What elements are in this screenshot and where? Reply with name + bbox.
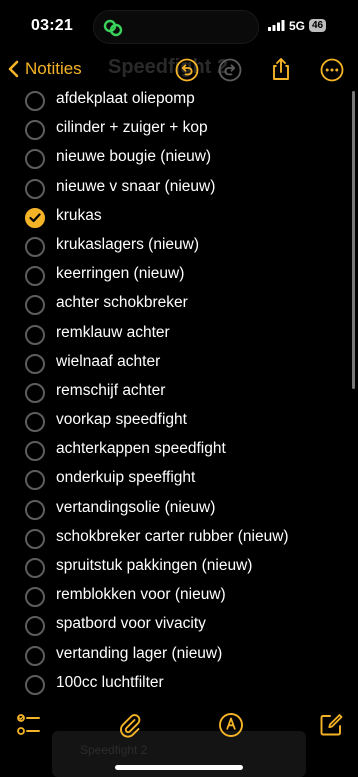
checkbox[interactable] (25, 470, 45, 491)
checklist-item-text[interactable]: remblokken voor (nieuw) (56, 586, 226, 604)
checklist-item: afdekplaat oliepomp (0, 86, 358, 115)
checkbox[interactable] (25, 674, 45, 695)
redo-icon[interactable] (218, 58, 242, 82)
home-indicator[interactable] (115, 765, 243, 770)
dynamic-island[interactable] (93, 10, 259, 44)
more-icon[interactable] (320, 58, 344, 82)
cellular-signal-icon (268, 20, 285, 31)
checklist-item: onderkuip speeffight (0, 465, 358, 494)
faded-note-preview-text: Speedfight 2 (80, 743, 148, 757)
checkbox[interactable] (25, 441, 45, 462)
checkbox[interactable] (25, 91, 45, 111)
checkbox[interactable] (25, 382, 45, 403)
checklist-item: vertanding lager (nieuw) (0, 641, 358, 670)
checklist-item-text[interactable]: krukaslagers (nieuw) (56, 236, 199, 254)
checkbox[interactable] (25, 499, 45, 520)
checklist-item: vertandingsolie (nieuw) (0, 495, 358, 524)
checkbox[interactable] (25, 266, 45, 287)
status-bar: 03:21 5G 46 (0, 0, 358, 54)
checklist-item: cilinder + zuiger + kop (0, 115, 358, 144)
checklist-item: nieuwe bougie (nieuw) (0, 144, 358, 173)
checklist-item: achterkappen speedfight (0, 436, 358, 465)
checklist-item: spruitstuk pakkingen (nieuw) (0, 553, 358, 582)
checklist-item-text[interactable]: vertanding lager (nieuw) (56, 645, 222, 663)
checklist-item: voorkap speedfight (0, 407, 358, 436)
checklist-item: remklauw achter (0, 320, 358, 349)
navigation-bar: Speedfight 2 Notities (0, 54, 358, 86)
status-time: 03:21 (31, 17, 73, 34)
checklist-item-text[interactable]: nieuwe v snaar (nieuw) (56, 178, 215, 196)
checklist-item-text[interactable]: keerringen (nieuw) (56, 265, 184, 283)
checklist-item: remblokken voor (nieuw) (0, 582, 358, 611)
checklist-icon[interactable] (16, 712, 42, 738)
back-label: Notities (25, 59, 82, 78)
network-type: 5G (289, 19, 306, 33)
checklist-item: krukas (0, 203, 358, 232)
checklist-item: wielnaaf achter (0, 349, 358, 378)
checkbox-checked[interactable] (25, 207, 45, 228)
checklist-item: nieuwe v snaar (nieuw) (0, 174, 358, 203)
checkbox[interactable] (25, 412, 45, 433)
checklist-item: 100cc luchtfilter (0, 670, 358, 699)
checklist-item-text[interactable]: remklauw achter (56, 324, 170, 342)
checkbox[interactable] (25, 149, 45, 170)
checkbox[interactable] (25, 587, 45, 608)
checklist-item-text[interactable]: wielnaaf achter (56, 353, 160, 371)
checklist-item-text[interactable]: schokbreker carter rubber (nieuw) (56, 528, 289, 546)
link-activity-icon (103, 19, 123, 37)
checklist-item-text[interactable]: cilinder + zuiger + kop (56, 119, 208, 137)
checkbox[interactable] (25, 353, 45, 374)
checklist-item: achter schokbreker (0, 290, 358, 319)
checklist-item-text[interactable]: vertandingsolie (nieuw) (56, 499, 215, 517)
checkbox[interactable] (25, 645, 45, 666)
checkbox[interactable] (25, 120, 45, 141)
checklist-item: spatbord voor vivacity (0, 611, 358, 640)
compose-icon[interactable] (318, 712, 344, 738)
checklist-item-text[interactable]: onderkuip speeffight (56, 469, 195, 487)
checklist-item-text[interactable]: krukas (56, 207, 102, 225)
checklist-item: schokbreker carter rubber (nieuw) (0, 524, 358, 553)
undo-icon[interactable] (175, 58, 199, 82)
checklist-item-text[interactable]: afdekplaat oliepomp (56, 90, 195, 108)
bottom-toolbar (0, 708, 358, 744)
checklist-item: remschijf achter (0, 378, 358, 407)
checklist-item-text[interactable]: spruitstuk pakkingen (nieuw) (56, 557, 252, 575)
checkbox[interactable] (25, 178, 45, 199)
checkbox[interactable] (25, 295, 45, 316)
checklist-item-text[interactable]: remschijf achter (56, 382, 165, 400)
checkmark-icon (29, 213, 41, 222)
note-title-faded: Speedfight 2 (108, 56, 229, 78)
checklist-item: krukaslagers (nieuw) (0, 232, 358, 261)
checklist-item-text[interactable]: 100cc luchtfilter (56, 674, 164, 692)
checkbox[interactable] (25, 236, 45, 257)
checkbox[interactable] (25, 616, 45, 637)
checklist: afdekplaat oliepomp cilinder + zuiger + … (0, 86, 358, 699)
scrollbar[interactable] (352, 91, 355, 389)
battery-indicator: 46 (309, 19, 327, 32)
share-icon[interactable] (268, 56, 294, 82)
back-button[interactable]: Notities (8, 59, 82, 79)
checklist-item-text[interactable]: spatbord voor vivacity (56, 615, 206, 633)
paperclip-icon[interactable] (117, 712, 143, 738)
markup-pen-icon[interactable] (218, 712, 244, 738)
checkbox[interactable] (25, 528, 45, 549)
checklist-item: keerringen (nieuw) (0, 261, 358, 290)
checklist-item-text[interactable]: voorkap speedfight (56, 411, 187, 429)
checklist-item-text[interactable]: achterkappen speedfight (56, 440, 226, 458)
checkbox[interactable] (25, 324, 45, 345)
checklist-item-text[interactable]: nieuwe bougie (nieuw) (56, 148, 211, 166)
checklist-item-text[interactable]: achter schokbreker (56, 294, 188, 312)
chevron-left-icon (8, 60, 19, 78)
checkbox[interactable] (25, 558, 45, 578)
